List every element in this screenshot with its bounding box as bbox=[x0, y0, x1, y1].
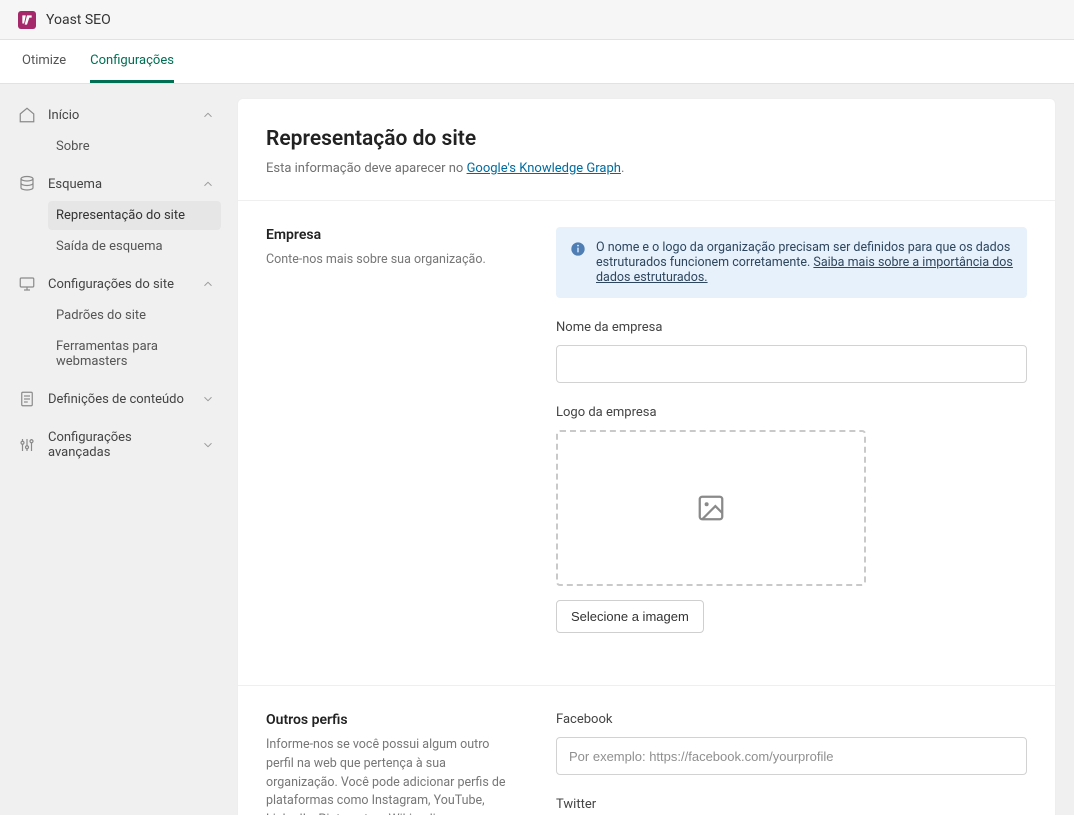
section-desc-empresa: Conte-nos mais sobre sua organização. bbox=[266, 251, 516, 270]
section-desc-perfis: Informe-nos se você possui algum outro p… bbox=[266, 736, 516, 815]
sidebar-item-padroes[interactable]: Padrões do site bbox=[48, 301, 221, 330]
app-logo bbox=[18, 11, 36, 29]
facebook-input[interactable] bbox=[556, 737, 1027, 775]
info-icon bbox=[570, 241, 586, 257]
knowledge-graph-link[interactable]: Google's Knowledge Graph bbox=[467, 161, 621, 176]
facebook-label: Facebook bbox=[556, 712, 1027, 727]
info-alert: O nome e o logo da organização precisam … bbox=[556, 227, 1027, 298]
sidebar: Início Sobre Esquema Representação do si… bbox=[0, 84, 233, 815]
page-description: Esta informação deve aparecer no Google'… bbox=[266, 161, 1027, 176]
document-icon bbox=[18, 390, 36, 408]
chevron-up-icon bbox=[201, 108, 215, 122]
settings-card: Representação do site Esta informação de… bbox=[237, 98, 1056, 815]
database-icon bbox=[18, 175, 36, 193]
sidebar-group-site[interactable]: Configurações do site bbox=[12, 267, 221, 301]
sidebar-group-label: Definições de conteúdo bbox=[48, 392, 184, 407]
sidebar-group-label: Configurações do site bbox=[48, 277, 174, 292]
sidebar-item-ferramentas[interactable]: Ferramentas para webmasters bbox=[48, 332, 221, 376]
logo-dropzone[interactable] bbox=[556, 430, 866, 586]
image-placeholder-icon bbox=[696, 493, 726, 523]
sidebar-group-avancadas[interactable]: Configurações avançadas bbox=[12, 422, 221, 468]
section-heading-perfis: Outros perfis bbox=[266, 712, 516, 728]
sidebar-item-sobre[interactable]: Sobre bbox=[48, 132, 221, 161]
sidebar-group-label: Configurações avançadas bbox=[48, 430, 189, 460]
company-logo-label: Logo da empresa bbox=[556, 405, 1027, 420]
sidebar-group-label: Início bbox=[48, 108, 79, 123]
tabs: Otimize Configurações bbox=[0, 40, 1074, 84]
sidebar-group-label: Esquema bbox=[48, 177, 102, 192]
chevron-down-icon bbox=[201, 392, 215, 406]
sidebar-group-esquema[interactable]: Esquema bbox=[12, 167, 221, 201]
sidebar-group-inicio[interactable]: Início bbox=[12, 98, 221, 132]
monitor-icon bbox=[18, 275, 36, 293]
tab-settings[interactable]: Configurações bbox=[90, 40, 174, 83]
sliders-icon bbox=[18, 436, 36, 454]
sidebar-item-saida[interactable]: Saída de esquema bbox=[48, 232, 221, 261]
select-image-button[interactable]: Selecione a imagem bbox=[556, 600, 704, 633]
page-title: Representação do site bbox=[266, 127, 1027, 151]
chevron-up-icon bbox=[201, 277, 215, 291]
app-title: Yoast SEO bbox=[46, 12, 111, 28]
topbar: Yoast SEO bbox=[0, 0, 1074, 40]
company-name-input[interactable] bbox=[556, 345, 1027, 383]
tab-optimize[interactable]: Otimize bbox=[22, 40, 66, 83]
home-icon bbox=[18, 106, 36, 124]
chevron-up-icon bbox=[201, 177, 215, 191]
sidebar-group-conteudo[interactable]: Definições de conteúdo bbox=[12, 382, 221, 416]
sidebar-item-representacao[interactable]: Representação do site bbox=[48, 201, 221, 230]
twitter-label: Twitter bbox=[556, 797, 1027, 812]
chevron-down-icon bbox=[201, 438, 215, 452]
company-name-label: Nome da empresa bbox=[556, 320, 1027, 335]
section-heading-empresa: Empresa bbox=[266, 227, 516, 243]
